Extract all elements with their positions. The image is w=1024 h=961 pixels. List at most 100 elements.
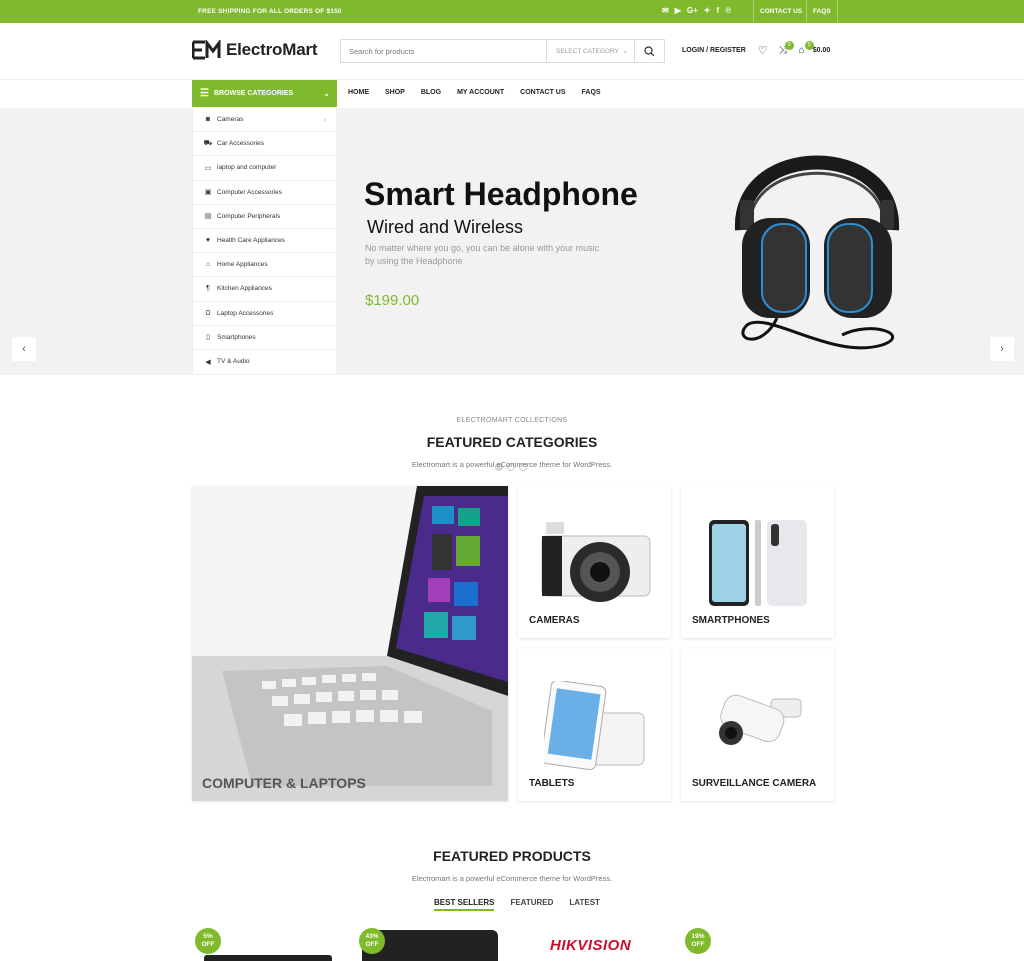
search-input[interactable]	[341, 40, 546, 62]
heart-icon: ♥	[205, 237, 211, 245]
sidebar-item-computer-peripherals[interactable]: ▤ Computer Peripherals	[193, 205, 336, 229]
collections-description: Electromart is a powerful eCommerce them…	[411, 460, 613, 469]
compare-count-badge: 0	[784, 41, 794, 50]
nav-blog[interactable]: BLOG	[421, 89, 441, 96]
pinterest-icon[interactable]: ℗	[725, 6, 731, 15]
sidebar-item-laptop-computer[interactable]: ▭ laptop and computer	[193, 156, 336, 181]
facebook-icon[interactable]: f	[716, 6, 719, 15]
slider-next-button[interactable]: ›	[990, 337, 1014, 361]
main-navigation: HOME SHOP BLOG MY ACCOUNT CONTACT US FAQ…	[348, 89, 617, 96]
sidebar-item-label: Computer Peripherals	[217, 212, 281, 220]
wishlist-icon[interactable]: ♡	[758, 44, 768, 57]
top-bar: FREE SHIPPING FOR ALL ORDERS OF $150 ✉ ▶…	[0, 0, 1024, 23]
sidebar-item-car-accessories[interactable]: ⛟ Car Accessories	[193, 132, 336, 157]
mail-icon[interactable]: ✉	[662, 6, 669, 15]
site-logo[interactable]: ElectroMart	[192, 40, 318, 60]
speaker-icon: ◀	[205, 358, 211, 366]
cart-total[interactable]: $0.00	[813, 47, 831, 54]
tab-featured[interactable]: FEATURED	[510, 898, 553, 911]
car-icon: ⛟	[203, 140, 213, 148]
sidebar-item-smartphones[interactable]: ▯ Smartphones	[193, 326, 336, 350]
hero-price: $199.00	[365, 292, 420, 309]
nav-contact-us[interactable]: CONTACT US	[520, 89, 565, 96]
browse-categories-label: BROWSE CATEGORIES	[213, 90, 294, 97]
smartphone-image	[709, 520, 807, 606]
tile-label: COMPUTER & LAPTOPS	[202, 775, 366, 791]
chevron-right-icon: ›	[1000, 343, 1004, 355]
headphone-image	[734, 155, 900, 350]
cart-icon[interactable]: ⌂ 0	[799, 41, 814, 56]
sidebar-item-home-appliances[interactable]: ⌂ Home Appliances	[193, 253, 336, 278]
sidebar-item-label: TV & Audio	[217, 358, 250, 366]
category-tile-computer-laptops[interactable]: COMPUTER & LAPTOPS	[192, 486, 508, 801]
products-title: FEATURED PRODUCTS	[433, 848, 591, 864]
tile-label: SURVEILLANCE CAMERA	[692, 778, 817, 789]
sidebar-item-cameras[interactable]: ◙ Cameras ›	[193, 108, 336, 133]
top-contact-link[interactable]: CONTACT US	[753, 0, 808, 23]
sidebar-item-label: Kitchen Appliances	[217, 285, 272, 293]
chevron-down-icon: ⌄	[323, 89, 330, 98]
tile-label: SMARTPHONES	[692, 615, 770, 626]
login-register-link[interactable]: LOGIN / REGISTER	[682, 47, 746, 54]
google-plus-icon[interactable]: G+	[687, 6, 698, 15]
chevron-right-icon: ›	[323, 115, 326, 125]
laptop-icon: ▭	[204, 164, 212, 172]
hero-description: No matter where you go, you can be alone…	[365, 243, 600, 266]
category-select-label: SELECT CATEGORY	[556, 47, 619, 55]
youtube-icon[interactable]: ▶	[675, 6, 681, 15]
category-tile-tablets[interactable]: TABLETS	[518, 649, 671, 801]
header-actions: LOGIN / REGISTER ♡ ⤨ 0 ⌂ 0 $0.00	[682, 41, 831, 57]
category-tile-cameras[interactable]: CAMERAS	[518, 486, 671, 638]
nav-home[interactable]: HOME	[348, 89, 369, 96]
sidebar-item-computer-accessories[interactable]: ▣ Computer Accessories	[193, 181, 336, 205]
chevron-left-icon: ‹	[22, 343, 26, 355]
tile-label: CAMERAS	[529, 615, 580, 626]
social-links: ✉ ▶ G+ ✦ f ℗	[662, 6, 731, 15]
nav-faqs[interactable]: FAQS	[582, 89, 601, 96]
sidebar-item-label: Home Appliances	[217, 261, 268, 269]
product-image[interactable]	[204, 955, 332, 961]
product-tabs: BEST SELLERS FEATURED LATEST	[434, 898, 616, 911]
cart-count-badge: 0	[804, 41, 814, 50]
logo-text: ElectroMart	[226, 40, 318, 59]
chevron-down-icon: ⌄	[622, 48, 628, 55]
nav-shop[interactable]: SHOP	[385, 89, 405, 96]
category-select[interactable]: SELECT CATEGORY ⌄	[546, 40, 634, 62]
camera-image	[541, 522, 651, 602]
monitor-icon: ▣	[204, 189, 212, 197]
tablet-image	[544, 681, 645, 771]
category-sidebar: ◙ Cameras › ⛟ Car Accessories ▭ laptop and c…	[192, 108, 337, 375]
browse-categories-button[interactable]: ☰ BROWSE CATEGORIES ⌄	[192, 80, 337, 107]
slider-prev-button[interactable]: ‹	[12, 337, 36, 361]
category-tile-smartphones[interactable]: SMARTPHONES	[681, 486, 834, 638]
collections-title: FEATURED CATEGORIES	[426, 434, 598, 450]
search-bar: SELECT CATEGORY ⌄	[340, 39, 665, 63]
sidebar-item-laptop-accessories[interactable]: Ω Laptop Accessories	[193, 302, 336, 326]
camera-icon: ◙	[205, 116, 211, 124]
hero-subtitle: Wired and Wireless	[367, 217, 524, 237]
utensils-icon: ¶	[206, 285, 210, 293]
tab-best-sellers[interactable]: BEST SELLERS	[434, 898, 495, 911]
sidebar-item-tv-audio[interactable]: ◀ TV & Audio	[193, 350, 336, 374]
collections-eyebrow: ELECTROMART COLLECTIONS	[456, 417, 568, 424]
tile-label: TABLETS	[529, 778, 575, 789]
surveillance-camera-image	[719, 694, 802, 745]
nav-my-account[interactable]: MY ACCOUNT	[457, 89, 504, 96]
top-faqs-link[interactable]: FAQS	[806, 0, 838, 23]
search-button[interactable]	[634, 40, 664, 62]
hikvision-logo: HIKVISION	[550, 937, 632, 954]
sidebar-item-kitchen-appliances[interactable]: ¶ Kitchen Appliances	[193, 277, 336, 302]
headset-icon: Ω	[205, 309, 211, 317]
compare-icon[interactable]: ⤨ 0	[779, 41, 794, 56]
discount-badge: 43% OFF	[359, 928, 385, 954]
search-icon	[644, 45, 655, 56]
logo-mark-icon	[192, 40, 221, 60]
menu-icon: ☰	[200, 88, 209, 99]
tab-latest[interactable]: LATEST	[569, 898, 600, 911]
category-tile-surveillance-camera[interactable]: SURVEILLANCE CAMERA	[681, 649, 834, 801]
sidebar-item-health-care[interactable]: ♥ Health Care Appliances	[193, 229, 336, 254]
products-description: Electromart is a powerful eCommerce them…	[411, 874, 613, 883]
sidebar-item-label: Cameras	[217, 116, 244, 124]
twitter-icon[interactable]: ✦	[704, 6, 711, 15]
sidebar-item-label: Laptop Accessories	[217, 309, 274, 317]
